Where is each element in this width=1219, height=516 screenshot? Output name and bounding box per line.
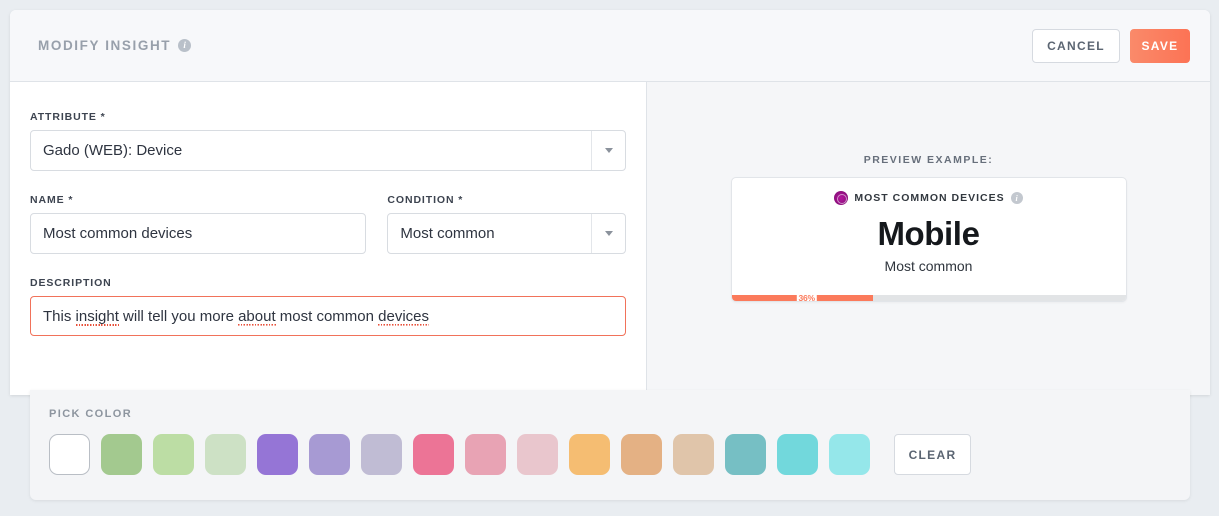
- color-swatch-row: CLEAR: [49, 434, 1190, 475]
- color-swatch-orange-dark[interactable]: [569, 434, 610, 475]
- chevron-down-icon[interactable]: [591, 214, 625, 253]
- color-swatch-purple-mid[interactable]: [309, 434, 350, 475]
- description-value: This insight will tell you more about mo…: [43, 307, 430, 326]
- color-swatch-pink-light[interactable]: [517, 434, 558, 475]
- color-swatch-purple-dark[interactable]: [257, 434, 298, 475]
- modify-insight-modal: MODIFY INSIGHT i CANCEL SAVE ATTRIBUTE *…: [10, 10, 1210, 395]
- preview-card-title: MOST COMMON DEVICES: [854, 192, 1005, 204]
- header-title-group: MODIFY INSIGHT i: [30, 38, 192, 53]
- pick-color-label: PICK COLOR: [49, 408, 133, 420]
- condition-field-group: CONDITION * Most common: [387, 194, 626, 254]
- attribute-value: Gado (WEB): Device: [43, 142, 183, 159]
- misspelled-word: about: [238, 307, 276, 326]
- description-label: DESCRIPTION: [30, 277, 112, 289]
- color-swatch-teal-light[interactable]: [829, 434, 870, 475]
- attribute-field-group: ATTRIBUTE * Gado (WEB): Device: [30, 111, 626, 171]
- preview-progress-label: 36%: [796, 293, 817, 302]
- color-swatch-pink-dark[interactable]: [413, 434, 454, 475]
- cancel-button[interactable]: CANCEL: [1032, 28, 1120, 63]
- preview-progress-fill: 36%: [731, 293, 874, 302]
- name-value: Most common devices: [43, 225, 193, 242]
- preview-example-label: PREVIEW EXAMPLE:: [863, 154, 994, 166]
- preview-card-header: MOST COMMON DEVICES i: [834, 191, 1023, 205]
- condition-select[interactable]: Most common: [387, 213, 626, 254]
- color-swatch-green-mid[interactable]: [153, 434, 194, 475]
- color-swatch-orange-mid[interactable]: [621, 434, 662, 475]
- preview-card-subtitle: Most common: [884, 258, 973, 274]
- color-swatch-white[interactable]: [49, 434, 90, 475]
- misspelled-word: insight: [75, 307, 119, 326]
- insight-badge-icon: [834, 191, 849, 205]
- clear-color-button[interactable]: CLEAR: [894, 434, 971, 475]
- description-text: most common: [275, 307, 379, 325]
- color-swatch-orange-light[interactable]: [673, 434, 714, 475]
- color-swatch-purple-light[interactable]: [361, 434, 402, 475]
- preview-pane: PREVIEW EXAMPLE: MOST COMMON DEVICES i M…: [647, 82, 1210, 395]
- description-input[interactable]: This insight will tell you more about mo…: [30, 296, 626, 336]
- misspelled-word: devices: [378, 307, 430, 326]
- modal-header: MODIFY INSIGHT i CANCEL SAVE: [10, 10, 1210, 82]
- attribute-label: ATTRIBUTE *: [30, 111, 106, 123]
- name-field-group: NAME * Most common devices: [30, 194, 367, 254]
- color-swatch-teal-mid[interactable]: [777, 434, 818, 475]
- color-swatch-green-dark[interactable]: [101, 434, 142, 475]
- modal-body: ATTRIBUTE * Gado (WEB): Device NAME * Mo…: [10, 82, 1210, 395]
- info-icon[interactable]: i: [1010, 192, 1023, 204]
- header-actions: CANCEL SAVE: [1032, 28, 1190, 63]
- preview-card-value: Mobile: [877, 215, 980, 252]
- preview-progress-bar: 36%: [731, 293, 1126, 302]
- pick-color-panel: PICK COLOR CLEAR: [30, 390, 1190, 500]
- color-swatch-teal-dark[interactable]: [725, 434, 766, 475]
- description-field-group: DESCRIPTION This insight will tell you m…: [30, 277, 626, 336]
- condition-label: CONDITION *: [387, 194, 464, 206]
- form-pane: ATTRIBUTE * Gado (WEB): Device NAME * Mo…: [10, 82, 647, 395]
- condition-value: Most common: [400, 225, 495, 242]
- page-title: MODIFY INSIGHT: [38, 38, 172, 53]
- name-label: NAME *: [30, 194, 74, 206]
- name-condition-row: NAME * Most common devices CONDITION * M…: [30, 194, 626, 254]
- info-icon[interactable]: i: [178, 39, 192, 52]
- name-input[interactable]: Most common devices: [30, 213, 367, 254]
- color-swatch-pink-mid[interactable]: [465, 434, 506, 475]
- description-text: will tell you more: [118, 307, 239, 325]
- description-text: This: [43, 307, 76, 325]
- attribute-select[interactable]: Gado (WEB): Device: [30, 130, 626, 171]
- preview-card: MOST COMMON DEVICES i Mobile Most common…: [730, 177, 1127, 302]
- chevron-down-icon[interactable]: [591, 131, 625, 170]
- save-button[interactable]: SAVE: [1130, 28, 1190, 63]
- color-swatch-green-light[interactable]: [205, 434, 246, 475]
